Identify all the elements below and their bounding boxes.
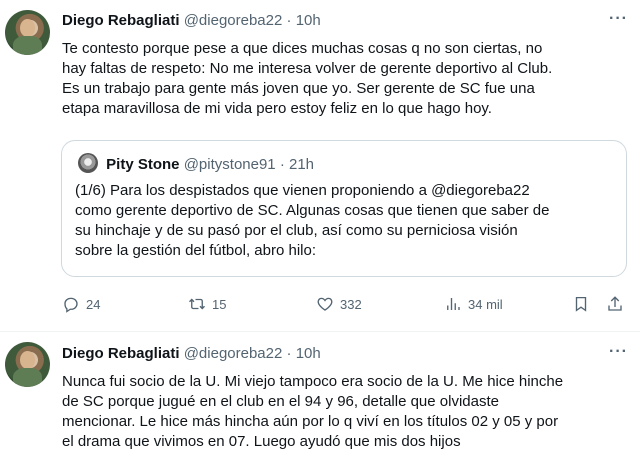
author-name[interactable]: Diego Rebagliati <box>62 12 180 29</box>
tweet-text-line: Te contesto porque pese a que dices much… <box>62 40 543 57</box>
share-icon <box>608 296 622 311</box>
like-count: 332 <box>340 296 362 312</box>
tweet-1[interactable]: Diego Rebagliati @diegoreba22 · 10h ··· … <box>0 0 640 331</box>
quoted-author-handle: @pitystone91 <box>183 156 276 173</box>
avatar-face <box>20 351 35 369</box>
tweet-text-line: hay faltas de respeto: No me interesa vo… <box>62 60 553 77</box>
tweet-actions: 24 15 332 34 mil <box>62 292 622 316</box>
retweet-count: 15 <box>212 296 227 312</box>
views-count: 34 mil <box>468 296 503 312</box>
tweet-2[interactable]: Diego Rebagliati @diegoreba22 · 10h ··· … <box>0 332 640 463</box>
quoted-text-line: (1/6) Para los despistados que vienen pr… <box>75 182 530 199</box>
separator-dot: · <box>286 12 292 29</box>
tweet-text: Te contesto porque pese a que dices much… <box>62 39 622 119</box>
author-handle[interactable]: @diegoreba22 <box>184 12 283 29</box>
separator-dot: · <box>286 345 292 362</box>
quoted-avatar <box>78 153 98 173</box>
more-options-icon[interactable]: ··· <box>609 10 628 28</box>
avatar[interactable] <box>5 342 50 387</box>
avatar-face <box>20 19 35 37</box>
avatar-shirt <box>13 368 42 387</box>
quoted-text-line: como gerente deportivo de SC. Algunas co… <box>75 202 550 219</box>
quoted-text-line: su hinchaje y de su pasó por el club, as… <box>75 222 518 239</box>
share-button[interactable] <box>606 292 624 316</box>
tweet-text-line: el drama que vivimos en 07. Luego ayudó … <box>62 433 461 450</box>
tweet-header: Diego Rebagliati @diegoreba22 · 10h <box>62 345 321 362</box>
retweet-button[interactable]: 15 <box>188 292 226 316</box>
heart-icon <box>317 297 333 311</box>
avatar[interactable] <box>5 10 50 55</box>
more-options-icon[interactable]: ··· <box>609 343 628 361</box>
tweet-text-line: mencionar. Le hice más hincha aún por lo… <box>62 413 559 430</box>
views-chart-icon <box>447 298 460 310</box>
quoted-text-line: sobre la gestión del fútbol, abro hilo: <box>75 242 316 259</box>
tweet-text-line: etapa maravillosa de mi vida pero estoy … <box>62 100 492 117</box>
views-button[interactable]: 34 mil <box>444 292 503 316</box>
quoted-author-name: Pity Stone <box>106 156 180 173</box>
tweet-text-line: Nunca fui socio de la U. Mi viejo tampoc… <box>62 373 564 390</box>
author-handle[interactable]: @diegoreba22 <box>184 345 283 362</box>
tweet-text-line: de SC porque jugué en el club en el 94 y… <box>62 393 499 410</box>
quoted-timestamp: 21h <box>289 156 315 173</box>
avatar-shirt <box>13 36 42 55</box>
separator-dot: · <box>279 156 285 173</box>
reply-button[interactable]: 24 <box>62 292 100 316</box>
tweet-text-line: Es un trabajo para gente más joven que y… <box>62 80 535 97</box>
author-name[interactable]: Diego Rebagliati <box>62 345 180 362</box>
retweet-icon <box>189 298 205 310</box>
quoted-tweet-header: Pity Stone @pitystone91 · 21h <box>78 153 314 173</box>
bookmark-icon <box>575 296 587 312</box>
bookmark-button[interactable] <box>572 292 590 316</box>
like-button[interactable]: 332 <box>316 292 362 316</box>
reply-count: 24 <box>86 296 101 312</box>
quoted-tweet-text: (1/6) Para los despistados que vienen pr… <box>75 181 615 261</box>
tweet-text: Nunca fui socio de la U. Mi viejo tampoc… <box>62 372 622 452</box>
quoted-tweet[interactable]: Pity Stone @pitystone91 · 21h (1/6) Para… <box>61 140 627 277</box>
tweet-header: Diego Rebagliati @diegoreba22 · 10h <box>62 12 321 29</box>
timestamp[interactable]: 10h <box>296 345 321 362</box>
reply-icon <box>64 297 78 313</box>
timestamp[interactable]: 10h <box>296 12 321 29</box>
